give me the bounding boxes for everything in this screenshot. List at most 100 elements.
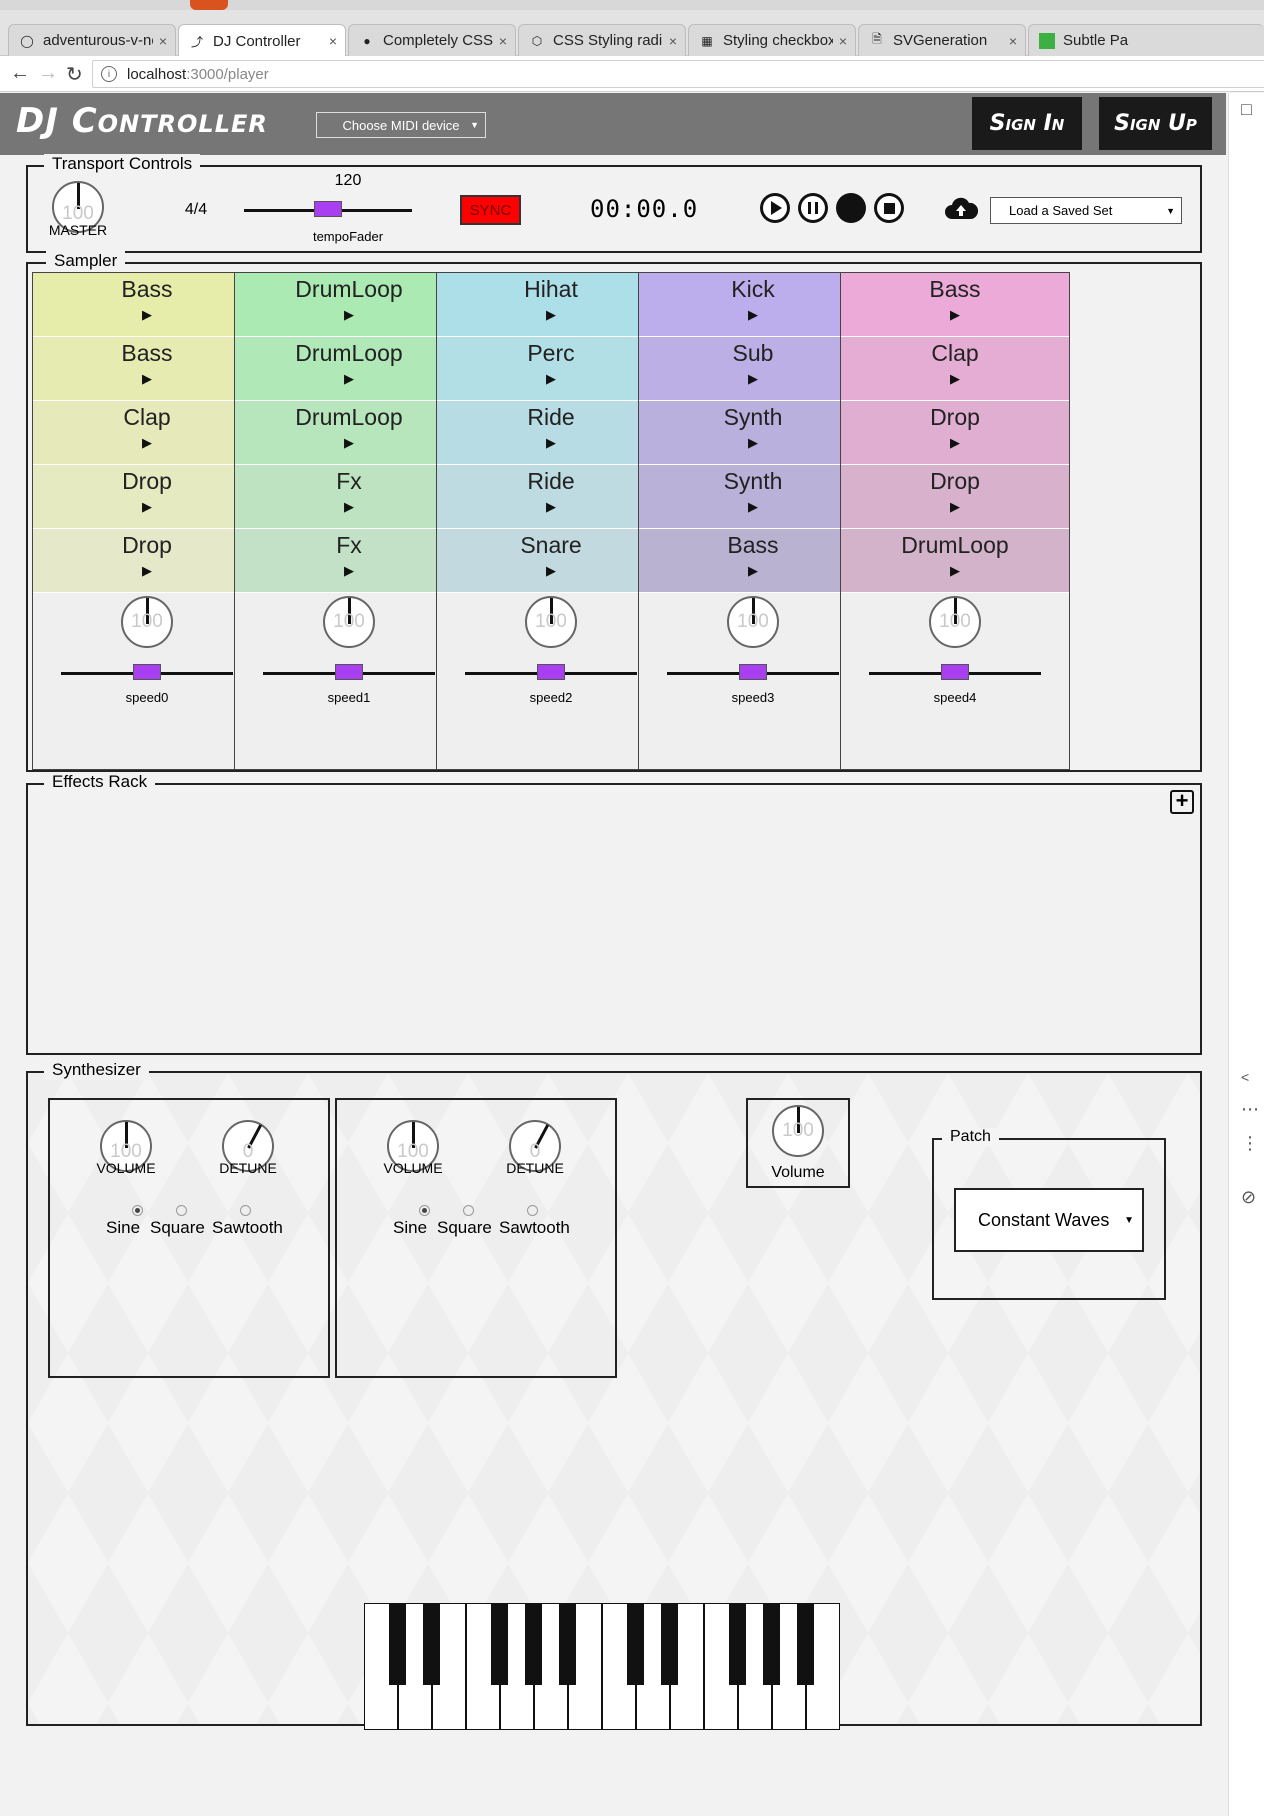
close-icon[interactable]: × xyxy=(839,33,847,49)
synth-volume-knob[interactable]: 100 xyxy=(772,1105,824,1157)
sample-pad[interactable]: Synth ▶ xyxy=(639,465,867,529)
back-arrow-icon[interactable]: ← xyxy=(10,62,30,85)
midi-device-select[interactable]: Choose MIDI device ▼ xyxy=(316,112,486,138)
patch-select[interactable]: Constant Waves ▼ xyxy=(954,1188,1144,1252)
chevron-left-icon[interactable]: < xyxy=(1241,1069,1249,1085)
wave-radio[interactable] xyxy=(240,1205,251,1216)
sample-pad[interactable]: Bass ▶ xyxy=(841,273,1069,337)
play-icon[interactable]: ▶ xyxy=(33,435,261,451)
tempo-fader-thumb[interactable] xyxy=(314,201,342,217)
sample-pad[interactable]: DrumLoop ▶ xyxy=(841,529,1069,593)
sample-pad[interactable]: Bass ▶ xyxy=(33,337,261,401)
sign-in-button[interactable]: Sign In xyxy=(972,97,1082,150)
tab-0[interactable]: ◯ adventurous-v-neck × xyxy=(8,24,176,56)
sync-button[interactable]: SYNC xyxy=(460,195,521,225)
black-key[interactable] xyxy=(559,1603,576,1685)
volume-knob[interactable]: 100 xyxy=(727,596,779,648)
speed-fader-thumb[interactable] xyxy=(335,664,363,680)
play-button[interactable] xyxy=(760,193,790,223)
black-key[interactable] xyxy=(627,1603,644,1685)
speed-fader-thumb[interactable] xyxy=(941,664,969,680)
wave-radio[interactable] xyxy=(176,1205,187,1216)
sample-pad[interactable]: DrumLoop ▶ xyxy=(235,337,463,401)
play-icon[interactable]: ▶ xyxy=(639,563,867,579)
close-icon[interactable]: × xyxy=(329,33,337,49)
wave-radio[interactable] xyxy=(419,1205,430,1216)
sample-pad[interactable]: Hihat ▶ xyxy=(437,273,665,337)
speed-fader-thumb[interactable] xyxy=(537,664,565,680)
sample-pad[interactable]: Clap ▶ xyxy=(841,337,1069,401)
record-button[interactable] xyxy=(836,193,866,223)
play-icon[interactable]: ▶ xyxy=(235,371,463,387)
sample-pad[interactable]: Drop ▶ xyxy=(841,465,1069,529)
inspect-icon[interactable]: □ xyxy=(1241,99,1252,120)
speed-fader-thumb[interactable] xyxy=(739,664,767,680)
play-icon[interactable]: ▶ xyxy=(841,371,1069,387)
play-icon[interactable]: ▶ xyxy=(639,499,867,515)
sample-pad[interactable]: Fx ▶ xyxy=(235,465,463,529)
info-icon[interactable]: i xyxy=(101,66,117,82)
wave-radio[interactable] xyxy=(132,1205,143,1216)
play-icon[interactable]: ▶ xyxy=(33,563,261,579)
more-horizontal-icon[interactable]: ⋯ xyxy=(1241,1099,1259,1120)
play-icon[interactable]: ▶ xyxy=(437,499,665,515)
more-vertical-icon[interactable]: ⋮ xyxy=(1241,1133,1259,1154)
cloud-upload-icon[interactable] xyxy=(944,197,979,221)
play-icon[interactable]: ▶ xyxy=(437,563,665,579)
black-key[interactable] xyxy=(797,1603,814,1685)
sample-pad[interactable]: Synth ▶ xyxy=(639,401,867,465)
close-icon[interactable]: × xyxy=(669,33,677,49)
play-icon[interactable]: ▶ xyxy=(33,499,261,515)
reload-icon[interactable]: ↻ xyxy=(66,62,83,87)
speed-fader-thumb[interactable] xyxy=(133,664,161,680)
play-icon[interactable]: ▶ xyxy=(33,371,261,387)
sample-pad[interactable]: Sub ▶ xyxy=(639,337,867,401)
sample-pad[interactable]: Bass ▶ xyxy=(639,529,867,593)
volume-knob[interactable]: 100 xyxy=(323,596,375,648)
wave-radio[interactable] xyxy=(463,1205,474,1216)
play-icon[interactable]: ▶ xyxy=(841,563,1069,579)
play-icon[interactable]: ▶ xyxy=(639,435,867,451)
sample-pad[interactable]: Ride ▶ xyxy=(437,401,665,465)
play-icon[interactable]: ▶ xyxy=(437,371,665,387)
sample-pad[interactable]: Bass ▶ xyxy=(33,273,261,337)
sample-pad[interactable]: DrumLoop ▶ xyxy=(235,401,463,465)
sample-pad[interactable]: Clap ▶ xyxy=(33,401,261,465)
play-icon[interactable]: ▶ xyxy=(841,307,1069,323)
url-field[interactable]: i localhost:3000/player xyxy=(92,60,1264,88)
black-key[interactable] xyxy=(661,1603,678,1685)
sign-up-button[interactable]: Sign Up xyxy=(1099,97,1212,150)
tab-6[interactable]: Subtle Pa xyxy=(1028,24,1264,56)
black-key[interactable] xyxy=(389,1603,406,1685)
pause-button[interactable] xyxy=(798,193,828,223)
black-key[interactable] xyxy=(763,1603,780,1685)
plus-box-icon[interactable]: + xyxy=(1170,790,1194,814)
black-key[interactable] xyxy=(525,1603,542,1685)
play-icon[interactable]: ▶ xyxy=(437,307,665,323)
close-icon[interactable]: × xyxy=(159,33,167,49)
black-key[interactable] xyxy=(729,1603,746,1685)
sample-pad[interactable]: Perc ▶ xyxy=(437,337,665,401)
wave-radio[interactable] xyxy=(527,1205,538,1216)
sample-pad[interactable]: Drop ▶ xyxy=(33,465,261,529)
tab-4[interactable]: ▦ Styling checkboxes × xyxy=(688,24,856,56)
play-icon[interactable]: ▶ xyxy=(33,307,261,323)
sample-pad[interactable]: Ride ▶ xyxy=(437,465,665,529)
play-icon[interactable]: ▶ xyxy=(639,371,867,387)
volume-knob[interactable]: 100 xyxy=(121,596,173,648)
play-icon[interactable]: ▶ xyxy=(841,499,1069,515)
black-key[interactable] xyxy=(491,1603,508,1685)
tab-5[interactable]: 🗎 SVGeneration × xyxy=(858,24,1026,56)
play-icon[interactable]: ▶ xyxy=(235,563,463,579)
close-icon[interactable]: × xyxy=(1009,33,1017,49)
sample-pad[interactable]: Drop ▶ xyxy=(33,529,261,593)
sample-pad[interactable]: DrumLoop ▶ xyxy=(235,273,463,337)
close-icon[interactable]: × xyxy=(499,33,507,49)
load-saved-set-select[interactable]: Load a Saved Set ▼ xyxy=(990,197,1182,224)
tab-2[interactable]: ● Completely CSS: Cu × xyxy=(348,24,516,56)
forward-arrow-icon[interactable]: → xyxy=(38,62,58,85)
black-key[interactable] xyxy=(423,1603,440,1685)
tab-1[interactable]: ⤴ DJ Controller × xyxy=(178,24,346,57)
play-icon[interactable]: ▶ xyxy=(235,307,463,323)
sample-pad[interactable]: Fx ▶ xyxy=(235,529,463,593)
